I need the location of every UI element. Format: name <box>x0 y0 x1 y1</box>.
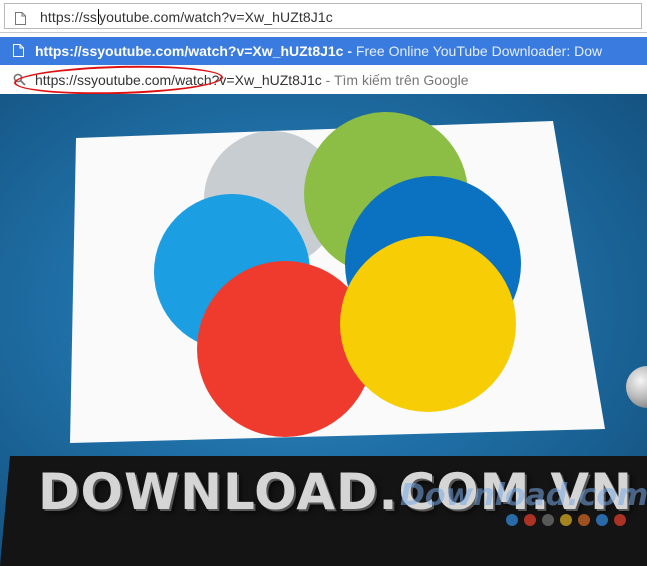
dot <box>578 514 590 526</box>
watermark-dots <box>506 513 632 531</box>
suggestion-description: Free Online YouTube Downloader: Dow <box>355 43 603 59</box>
suggestion-item[interactable]: https://ssyoutube.com/watch?v=Xw_hUZt8J1… <box>0 37 647 65</box>
address-input[interactable]: https://ss youtube.com/watch?v=Xw_hUZt8J1… <box>4 3 642 29</box>
dot <box>506 514 518 526</box>
autocomplete-text: youtube.com/watch?v=Xw_hUZt8J1c <box>99 9 333 25</box>
dot <box>542 514 554 526</box>
suggestion-separator: - <box>343 43 356 59</box>
address-text: https://ss youtube.com/watch?v=Xw_hUZt8J1… <box>40 9 333 25</box>
suggestion-separator: - <box>321 72 334 88</box>
page-icon <box>13 44 24 57</box>
typed-text: https://ss <box>40 9 98 25</box>
page-icon <box>15 12 26 25</box>
address-bar[interactable]: https://ss youtube.com/watch?v=Xw_hUZt8J1… <box>0 0 647 33</box>
dot <box>524 514 536 526</box>
video-frame[interactable]: DOWNLOAD.COM.VN Download.com.vn <box>0 94 647 566</box>
suggestion-description: Tìm kiếm trên Google <box>333 72 469 88</box>
suggestion-url: https://ssyoutube.com/watch?v=Xw_hUZt8J1… <box>35 43 344 59</box>
dot <box>614 514 626 526</box>
watermark: Download.com.vn <box>400 478 647 513</box>
dot <box>560 514 572 526</box>
dot <box>596 514 608 526</box>
